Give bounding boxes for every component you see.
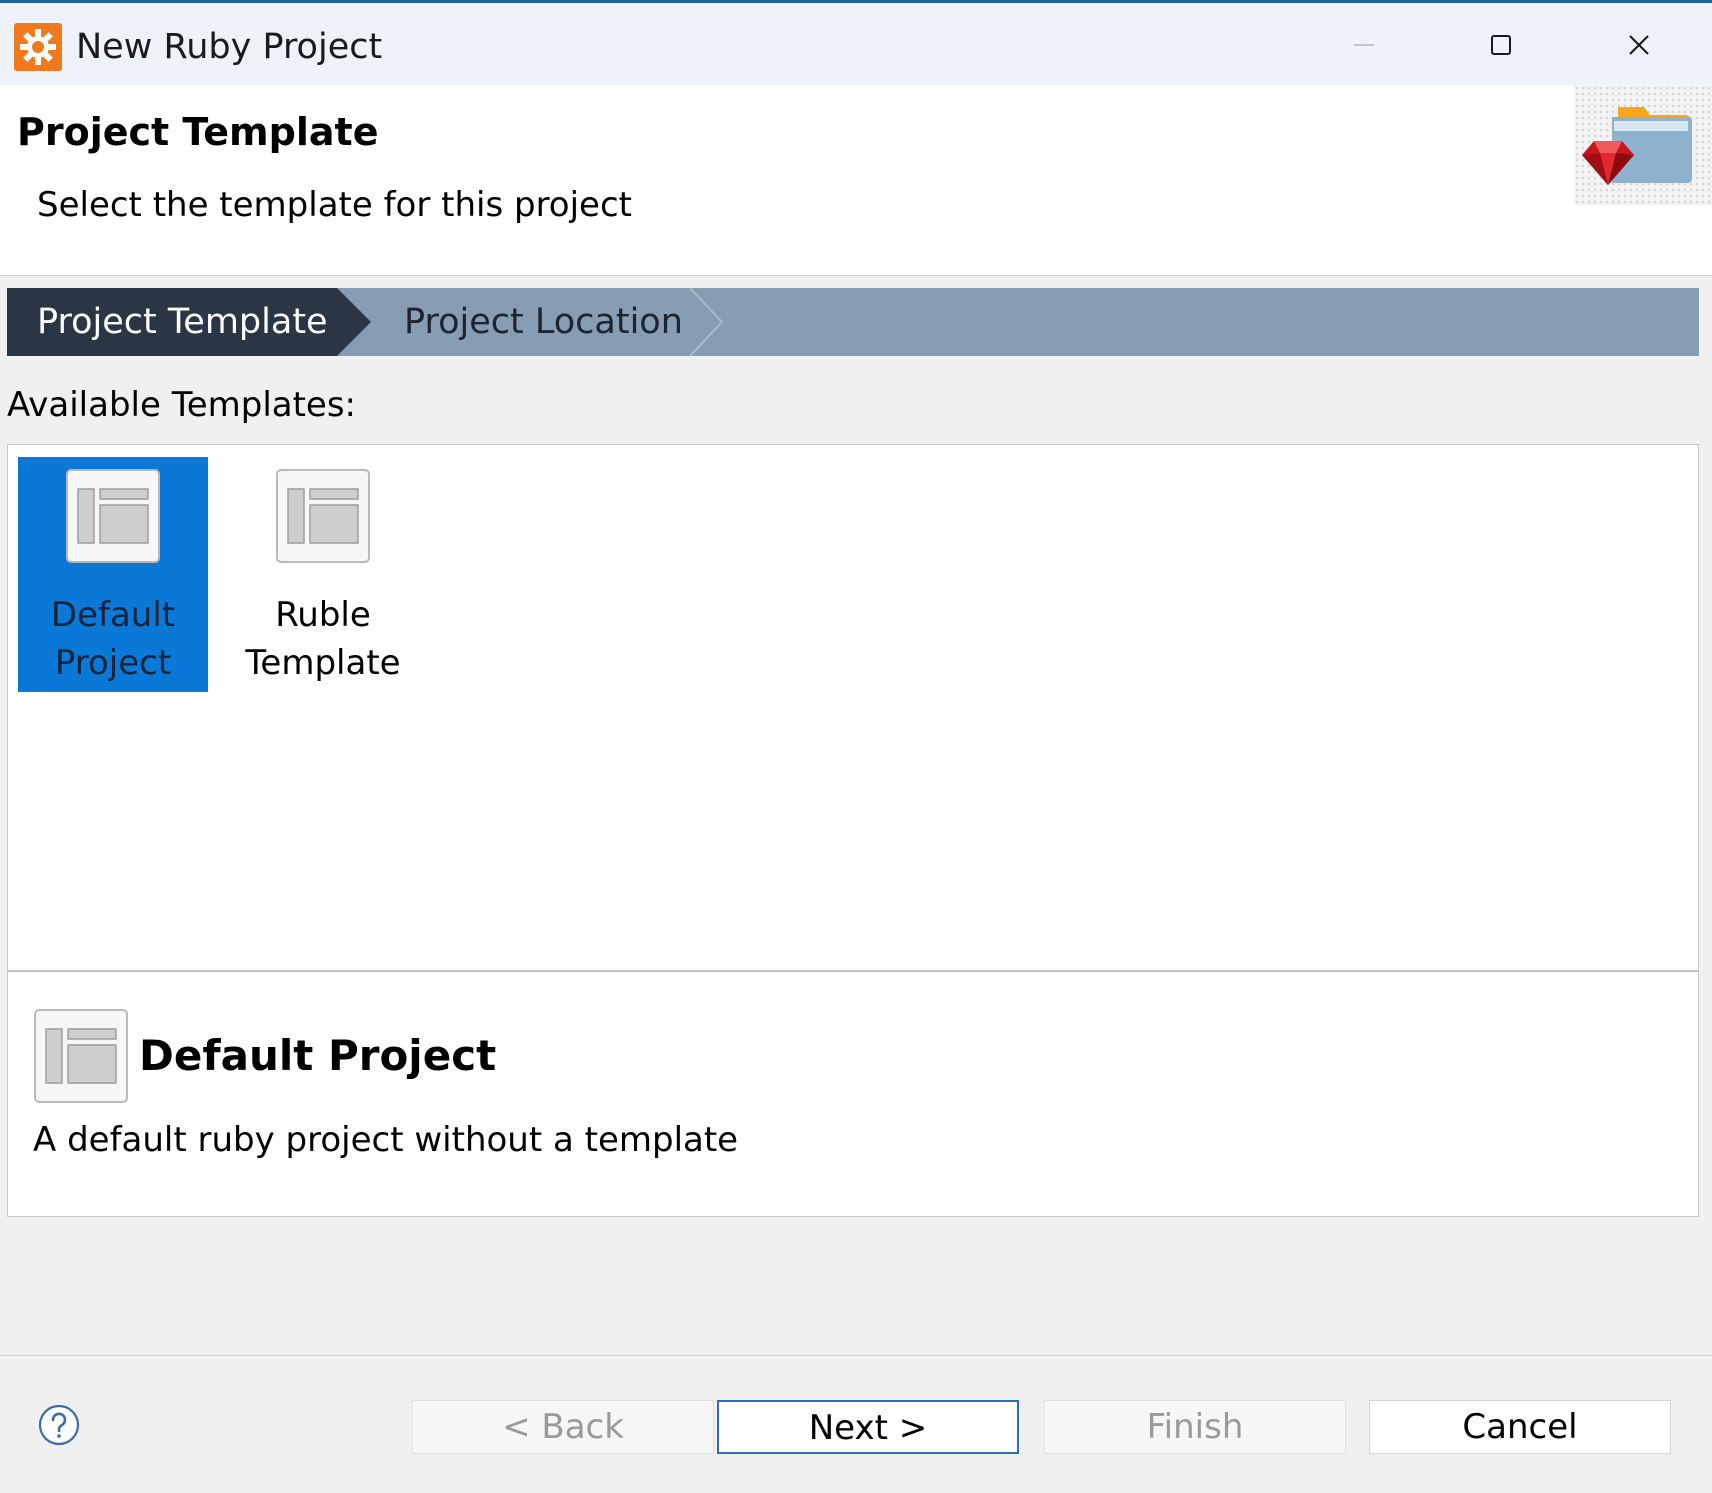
close-icon [1629,35,1649,55]
new-ruby-project-dialog: New Ruby Project Project Template Select… [0,0,1712,1493]
template-default-project[interactable]: Default Project [18,457,208,692]
template-label: Ruble Template [245,595,401,683]
banner-title: Project Template [17,110,379,154]
template-description-panel: Default Project A default ruby project w… [7,971,1699,1217]
description-text: A default ruby project without a templat… [33,1120,739,1160]
template-icon [34,1009,128,1103]
help-icon[interactable] [38,1404,80,1446]
template-ruble-template[interactable]: Ruble Template [228,457,418,692]
templates-list[interactable]: Default Project Ruble Template [7,444,1699,971]
banner-subtitle: Select the template for this project [37,185,632,225]
wizard-banner: Project Template Select the template for… [0,85,1712,276]
minimize-icon [1354,44,1374,46]
description-title: Default Project [139,1031,497,1080]
finish-button[interactable]: Finish [1044,1400,1346,1454]
step-project-template-label: Project Template [37,302,328,342]
footer-divider [0,1355,1712,1356]
ruby-folder-icon [1582,107,1692,185]
template-icon [66,469,160,563]
next-button[interactable]: Next > [717,1400,1019,1454]
template-icon [276,469,370,563]
maximize-button[interactable] [1441,13,1561,77]
title-bar[interactable]: New Ruby Project [0,0,1712,85]
back-button[interactable]: < Back [412,1400,714,1454]
gear-icon [14,23,62,71]
window-title: New Ruby Project [76,27,383,67]
template-label: Default Project [50,595,176,683]
step-chevron-separator [690,288,724,356]
close-button[interactable] [1579,13,1699,77]
step-active-arrow [337,288,371,356]
wizard-step-bar: Project Template Project Location [7,288,1699,356]
step-project-location[interactable]: Project Location [404,299,683,345]
available-templates-label: Available Templates: [7,385,357,425]
cancel-button[interactable]: Cancel [1369,1400,1671,1454]
minimize-button[interactable] [1304,13,1424,77]
maximize-icon [1491,35,1511,55]
